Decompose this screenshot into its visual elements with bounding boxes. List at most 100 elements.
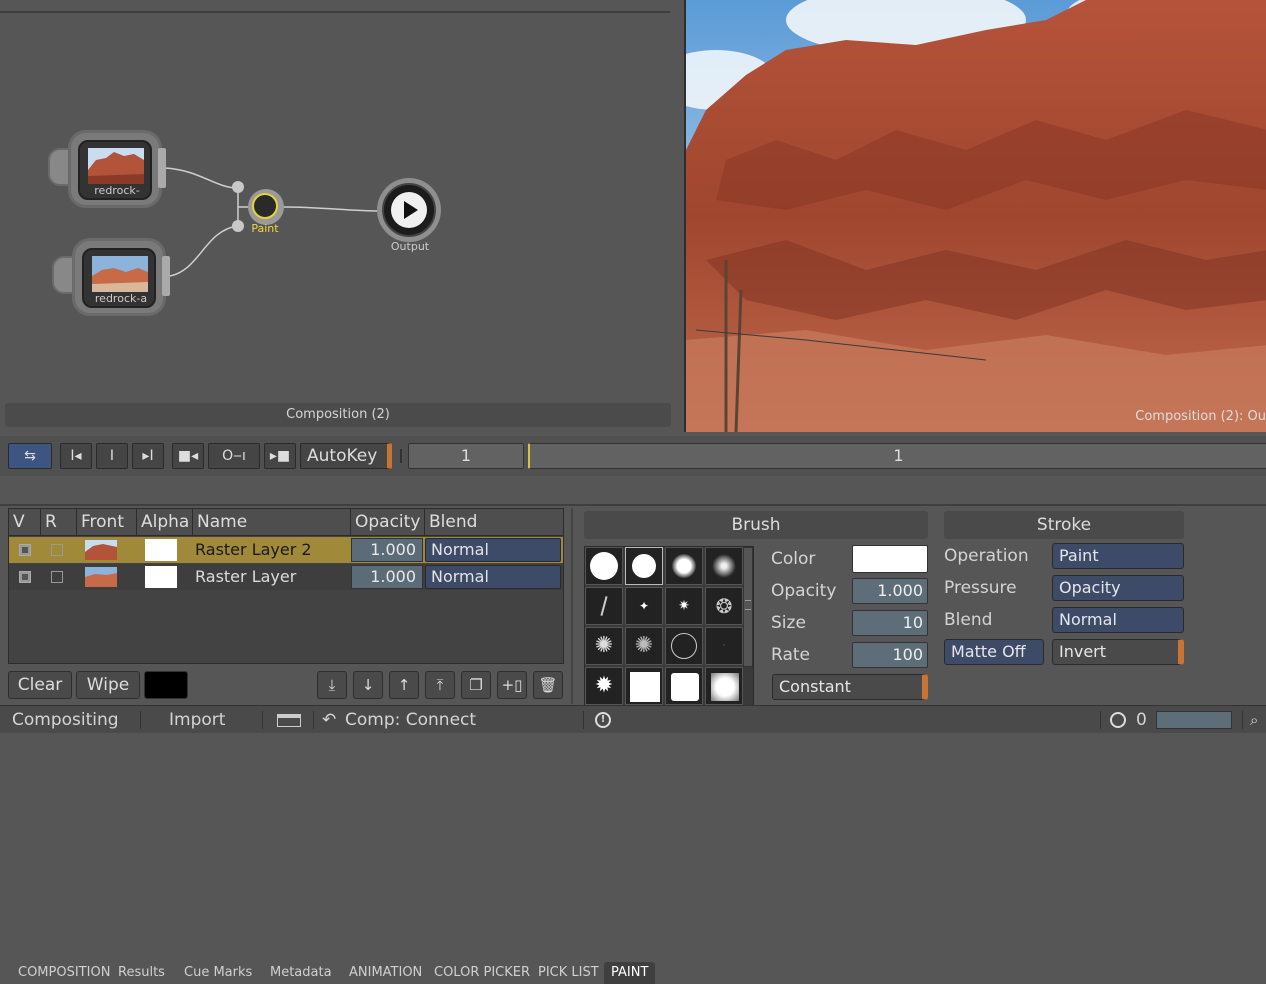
node-input-tab[interactable]	[48, 148, 70, 186]
brush-scrollbar[interactable]	[743, 547, 753, 667]
layer-opacity[interactable]: 1.000	[351, 538, 423, 562]
move-to-top-button[interactable]: ⤒	[425, 671, 455, 699]
r-checkbox[interactable]	[51, 544, 63, 556]
layer-opacity[interactable]: 1.000	[351, 565, 423, 589]
opacity-label: Opacity	[771, 581, 837, 601]
clear-button[interactable]: Clear	[8, 671, 72, 699]
layout-icon[interactable]	[277, 714, 301, 727]
brush-preset[interactable]	[705, 667, 743, 705]
new-layer-button[interactable]: +▯	[497, 671, 527, 699]
layer-blend[interactable]: Normal	[425, 565, 561, 589]
move-up-button[interactable]: ↑	[389, 671, 419, 699]
layer-blend[interactable]: Normal	[425, 538, 561, 562]
tab-animation[interactable]: ANIMATION	[342, 962, 429, 984]
brush-preset[interactable]	[625, 547, 663, 585]
import-menu[interactable]: Import	[169, 706, 225, 734]
timeline-scrubber[interactable]: 1	[528, 443, 1266, 469]
tab-cue-marks[interactable]: Cue Marks	[177, 962, 259, 984]
panel-divider[interactable]	[571, 508, 573, 704]
front-thumbnail	[85, 567, 117, 587]
paint-node[interactable]	[248, 189, 284, 225]
brush-preset[interactable]: ✦	[625, 587, 663, 625]
layer-name[interactable]: Raster Layer 2	[195, 537, 312, 563]
node-redrock-a[interactable]: redrock-a	[72, 238, 166, 316]
brush-presets[interactable]: ✦ ✷ ❂ ✺ ✺ · ✹	[584, 546, 754, 706]
brush-preset[interactable]	[585, 587, 623, 625]
delete-layer-button[interactable]: 🗑	[533, 671, 563, 699]
stroke-blend-dropdown[interactable]: Normal	[1052, 607, 1184, 633]
table-row[interactable]: Raster Layer 1.000 Normal	[9, 564, 563, 590]
compositing-menu[interactable]: Compositing	[12, 706, 119, 734]
current-frame-button[interactable]: I	[96, 443, 128, 469]
brush-preset[interactable]: ✹	[585, 667, 623, 705]
next-key-button[interactable]: ▸■	[264, 443, 296, 469]
column-header-v[interactable]: V	[9, 509, 41, 536]
node-output-stub[interactable]	[162, 256, 170, 296]
node-redrock-1[interactable]: redrock-	[68, 130, 162, 208]
brush-preset[interactable]	[665, 547, 703, 585]
tab-paint[interactable]: PAINT	[604, 962, 656, 984]
operation-dropdown[interactable]: Paint	[1052, 543, 1184, 569]
tab-pick-list[interactable]: PICK LIST	[531, 962, 606, 984]
column-header-alpha[interactable]: Alpha	[137, 509, 193, 536]
wipe-button[interactable]: Wipe	[76, 671, 140, 699]
search-icon[interactable]: ⌕	[1250, 706, 1258, 734]
duplicate-layer-button[interactable]: ❐	[461, 671, 491, 699]
visible-checkbox[interactable]	[19, 544, 31, 556]
wipe-color-swatch[interactable]	[144, 671, 188, 699]
connection-dot[interactable]	[232, 181, 244, 193]
column-header-blend[interactable]: Blend	[425, 509, 563, 536]
node-name: redrock-a	[94, 292, 148, 305]
set-key-button[interactable]: O‒ı	[208, 443, 260, 469]
size-label: Size	[771, 613, 806, 633]
move-down-button[interactable]: ↓	[353, 671, 383, 699]
layer-name[interactable]: Raster Layer	[195, 564, 296, 590]
matte-off-button[interactable]: Matte Off	[944, 639, 1044, 665]
node-output-stub[interactable]	[158, 148, 166, 188]
tab-color-picker[interactable]: COLOR PICKER	[427, 962, 537, 984]
output-node[interactable]	[377, 178, 441, 242]
invert-button[interactable]: Invert	[1052, 639, 1184, 665]
brush-color-swatch[interactable]	[852, 545, 928, 573]
brush-preset[interactable]	[585, 547, 623, 585]
link-toggle-button[interactable]: ⇆	[8, 443, 52, 469]
image-viewer[interactable]: Composition (2): Ou	[684, 0, 1266, 432]
go-to-start-button[interactable]: I◂	[60, 443, 92, 469]
brush-size-field[interactable]: 10	[852, 610, 928, 636]
r-checkbox[interactable]	[51, 571, 63, 583]
brush-preset[interactable]	[665, 627, 703, 665]
brush-opacity-field[interactable]: 1.000	[852, 578, 928, 604]
node-editor[interactable]: redrock- redrock-a Paint Output Composit…	[0, 0, 682, 432]
info-icon[interactable]: !	[595, 712, 611, 728]
brush-preset[interactable]	[705, 547, 743, 585]
undo-icon[interactable]: ↶	[322, 706, 336, 734]
visible-checkbox[interactable]	[19, 571, 31, 583]
brush-preset[interactable]: ✺	[625, 627, 663, 665]
brush-preset[interactable]	[665, 667, 703, 705]
connection-dot[interactable]	[232, 220, 244, 232]
pressure-dropdown[interactable]: Opacity	[1052, 575, 1184, 601]
column-header-front[interactable]: Front	[77, 509, 137, 536]
column-header-name[interactable]: Name	[193, 509, 351, 536]
brush-preset[interactable]: ✷	[665, 587, 703, 625]
column-header-opacity[interactable]: Opacity	[351, 509, 425, 536]
go-to-end-button[interactable]: ▸I	[132, 443, 164, 469]
node-input-tab[interactable]	[52, 256, 74, 294]
brush-preset[interactable]: ·	[705, 627, 743, 665]
column-header-r[interactable]: R	[41, 509, 77, 536]
autokey-button[interactable]: AutoKey	[300, 443, 392, 469]
move-to-bottom-button[interactable]: ⤓	[317, 671, 347, 699]
tab-composition[interactable]: COMPOSITION	[11, 962, 117, 984]
frame-field[interactable]: 1	[408, 443, 524, 469]
brush-preset[interactable]	[625, 667, 663, 705]
tab-results[interactable]: Results	[111, 962, 172, 984]
layer-table[interactable]: V R Front Alpha Name Opacity Blend Raste…	[8, 508, 564, 664]
table-row[interactable]: Raster Layer 2 1.000 Normal	[9, 537, 563, 563]
brush-preset[interactable]: ✺	[585, 627, 623, 665]
skip-end-icon: ▸I	[142, 448, 154, 464]
brush-mode-dropdown[interactable]: Constant	[772, 674, 928, 700]
brush-rate-field[interactable]: 100	[852, 642, 928, 668]
prev-key-button[interactable]: ■◂	[172, 443, 204, 469]
tab-metadata[interactable]: Metadata	[263, 962, 339, 984]
brush-preset[interactable]: ❂	[705, 587, 743, 625]
